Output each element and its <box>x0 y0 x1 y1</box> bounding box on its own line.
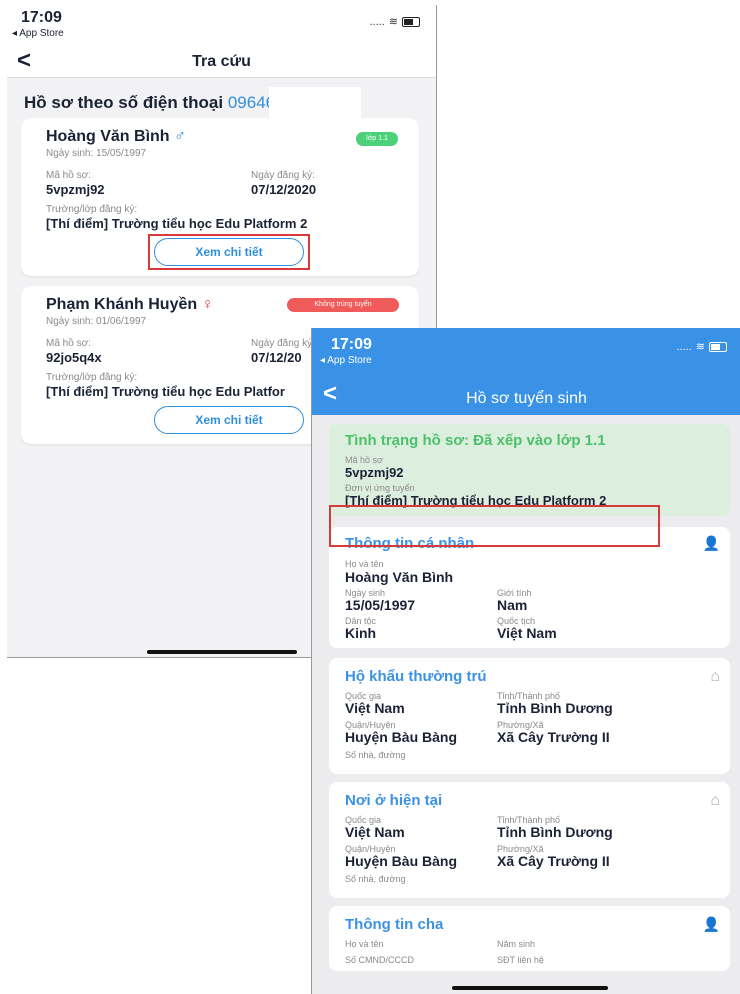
nav-bar: < Tra cứu <box>7 47 436 78</box>
street-label: Số nhà, đường <box>345 874 406 884</box>
back-to-app-store-link[interactable]: ◂ App Store <box>320 355 372 366</box>
person-icon: 👤 <box>702 535 720 551</box>
home-indicator <box>147 650 297 654</box>
district-value: Huyện Bàu Bàng <box>345 853 458 869</box>
ward-value: Xã Cây Trường II <box>497 729 610 745</box>
application-status-title: Tình trạng hồ sơ: Đã xếp vào lớp 1.1 <box>345 432 606 449</box>
status-bar: 17:09 ◂ App Store ..... ≋ <box>7 5 436 47</box>
profile-code-label: Mã hồ sơ: <box>46 338 91 349</box>
back-to-app-store-link[interactable]: ◂ App Store <box>12 28 64 39</box>
student-dob: Ngày sinh: 15/05/1997 <box>46 148 147 159</box>
wifi-icon: ≋ <box>695 341 705 353</box>
reg-date: 07/12/20 <box>251 350 302 365</box>
school-label: Trường/lớp đăng ký: <box>46 372 138 383</box>
father-info-section: Thông tin cha 👤 Họ và tên Năm sinh Số CM… <box>329 906 730 971</box>
nationality-value: Việt Nam <box>497 625 557 641</box>
profile-code-label: Mã hồ sơ <box>345 455 383 465</box>
phone-lookup-heading: Hồ sơ theo số điện thoại 09646 <box>24 93 275 113</box>
page-title: Tra cứu <box>192 53 251 70</box>
wifi-icon: ≋ <box>388 16 398 28</box>
page-title: Hồ sơ tuyển sinh <box>466 390 587 407</box>
gender-value: Nam <box>497 597 528 613</box>
father-birth-year-label: Năm sinh <box>497 939 536 949</box>
profile-code: 5vpzmj92 <box>345 465 404 480</box>
full-name-label: Họ và tên <box>345 559 384 569</box>
student-name: Phạm Khánh Huyền ♀ <box>46 296 214 313</box>
phone-lookup-label: Hồ sơ theo số điện thoại <box>24 93 228 112</box>
status-time: 17:09 <box>331 336 372 353</box>
student-dob: Ngày sinh: 01/06/1997 <box>46 316 147 327</box>
home-icon: ⌂ <box>710 668 720 685</box>
current-residence-section: Nơi ở hiện tại ⌂ Quốc gia Việt Nam Tỉnh/… <box>329 782 730 898</box>
signal-icon: ..... <box>369 15 385 28</box>
street-label: Số nhà, đường <box>345 750 406 760</box>
country-value: Việt Nam <box>345 700 405 716</box>
battery-icon <box>402 16 420 27</box>
highlight-box <box>329 505 660 547</box>
reg-date-label: Ngày đăng ký: <box>251 170 315 181</box>
household-section: Hộ khẩu thường trú ⌂ Quốc gia Việt Nam T… <box>329 658 730 774</box>
father-phone-label: SĐT liên hệ <box>497 955 544 965</box>
profile-code-label: Mã hồ sơ: <box>46 170 91 181</box>
school-name: [Thí điểm] Trường tiểu học Edu Platfor <box>46 384 285 399</box>
school-label: Trường/lớp đăng ký: <box>46 204 138 215</box>
header-bar: 17:09 ◂ App Store ..... ≋ < Hồ sơ tuyển … <box>312 328 740 415</box>
province-value: Tỉnh Bình Dương <box>497 824 613 840</box>
district-value: Huyện Bàu Bàng <box>345 729 458 745</box>
male-icon: ♂ <box>174 128 187 145</box>
applied-unit-label: Đơn vị ứng tuyển <box>345 483 415 493</box>
status-time: 17:09 <box>21 9 62 26</box>
ethnicity-value: Kinh <box>345 625 377 641</box>
application-status-card: Tình trạng hồ sơ: Đã xếp vào lớp 1.1 Mã … <box>329 424 730 516</box>
province-value: Tỉnh Bình Dương <box>497 700 613 716</box>
system-indicators: ..... ≋ <box>369 15 420 28</box>
father-id-label: Số CMND/CCCD <box>345 955 415 965</box>
student-name: Hoàng Văn Bình ♂ <box>46 128 187 145</box>
view-detail-button[interactable]: Xem chi tiết <box>154 406 304 434</box>
school-name: [Thí điểm] Trường tiểu học Edu Platform … <box>46 216 308 231</box>
country-value: Việt Nam <box>345 824 405 840</box>
person-icon: 👤 <box>702 916 720 932</box>
female-icon: ♀ <box>201 296 214 313</box>
reg-date-label: Ngày đăng ký: <box>251 338 315 349</box>
section-title: Hộ khẩu thường trú <box>345 668 487 685</box>
status-badge: Không trúng tuyển <box>287 298 399 312</box>
profile-card[interactable]: Hoàng Văn Bình ♂ Ngày sinh: 15/05/1997 l… <box>21 118 419 276</box>
status-badge: lớp 1.1 <box>356 132 398 146</box>
home-icon: ⌂ <box>710 792 720 809</box>
reg-date: 07/12/2020 <box>251 182 317 197</box>
ward-value: Xã Cây Trường II <box>497 853 610 869</box>
battery-icon <box>709 341 727 352</box>
profile-code: 92jo5q4x <box>46 350 102 365</box>
dob-value: 15/05/1997 <box>345 597 416 613</box>
section-title: Thông tin cha <box>345 916 444 933</box>
home-indicator <box>452 986 608 990</box>
system-indicators: ..... ≋ <box>676 340 727 353</box>
highlight-box <box>148 234 310 270</box>
signal-icon: ..... <box>676 340 692 353</box>
profile-code: 5vpzmj92 <box>46 182 105 197</box>
section-title: Nơi ở hiện tại <box>345 792 443 809</box>
full-name: Hoàng Văn Bình <box>345 569 454 585</box>
profile-detail-screen: 17:09 ◂ App Store ..... ≋ < Hồ sơ tuyển … <box>311 328 740 994</box>
father-name-label: Họ và tên <box>345 939 384 949</box>
